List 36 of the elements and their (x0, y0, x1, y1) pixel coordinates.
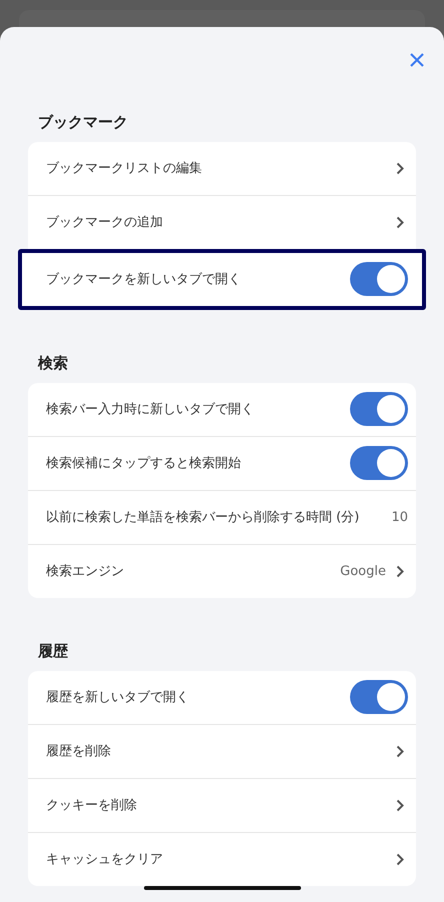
row-label: 検索エンジン (46, 563, 125, 580)
settings-row[interactable]: 以前に検索した単語を検索バーから削除する時間 (分) 10 (28, 490, 416, 544)
settings-row[interactable]: クッキーを削除 (28, 778, 416, 832)
close-icon[interactable] (410, 53, 424, 67)
section-title: ブックマーク (38, 112, 129, 132)
settings-row[interactable]: 検索エンジン Google (28, 544, 416, 598)
highlighted-row[interactable]: ブックマークを新しいタブで開く (18, 248, 426, 310)
toggle-switch[interactable] (350, 680, 408, 714)
row-label: ブックマークを新しいタブで開く (46, 271, 242, 288)
section-title: 履歴 (38, 642, 69, 661)
chevron-icon (396, 162, 404, 175)
row-label: 履歴を削除 (46, 743, 112, 760)
row-label: ブックマークリストの編集 (46, 160, 203, 178)
row-label: キャッシュをクリア (46, 851, 164, 868)
row-label: 履歴を新しいタブで開く (46, 689, 190, 706)
settings-row[interactable]: ブックマークリストの編集 (28, 142, 416, 195)
chevron-icon (396, 216, 404, 229)
settings-row[interactable]: 検索候補にタップすると検索開始 (28, 436, 416, 490)
row-value: 10 (391, 510, 408, 525)
row-label: 検索バー入力時に新しいタブで開く (46, 401, 255, 418)
toggle-switch[interactable] (350, 392, 408, 426)
row-value: Google (340, 564, 386, 579)
row-label: 以前に検索した単語を検索バーから削除する時間 (分) (46, 509, 360, 526)
row-label: 検索候補にタップすると検索開始 (46, 455, 242, 472)
settings-row[interactable]: 履歴を削除 (28, 724, 416, 778)
row-label: ブックマークの追加 (46, 214, 164, 232)
section-title: 検索 (38, 354, 69, 373)
settings-row[interactable]: 履歴を新しいタブで開く (28, 670, 416, 724)
toggle-switch[interactable] (350, 262, 408, 296)
chevron-icon (396, 852, 404, 866)
chevron-icon (396, 564, 404, 578)
row-label: クッキーを削除 (46, 797, 138, 814)
settings-row[interactable]: 検索バー入力時に新しいタブで開く (28, 382, 416, 436)
chevron-icon (396, 798, 404, 812)
chevron-icon (396, 744, 404, 758)
toggle-switch[interactable] (350, 446, 408, 480)
